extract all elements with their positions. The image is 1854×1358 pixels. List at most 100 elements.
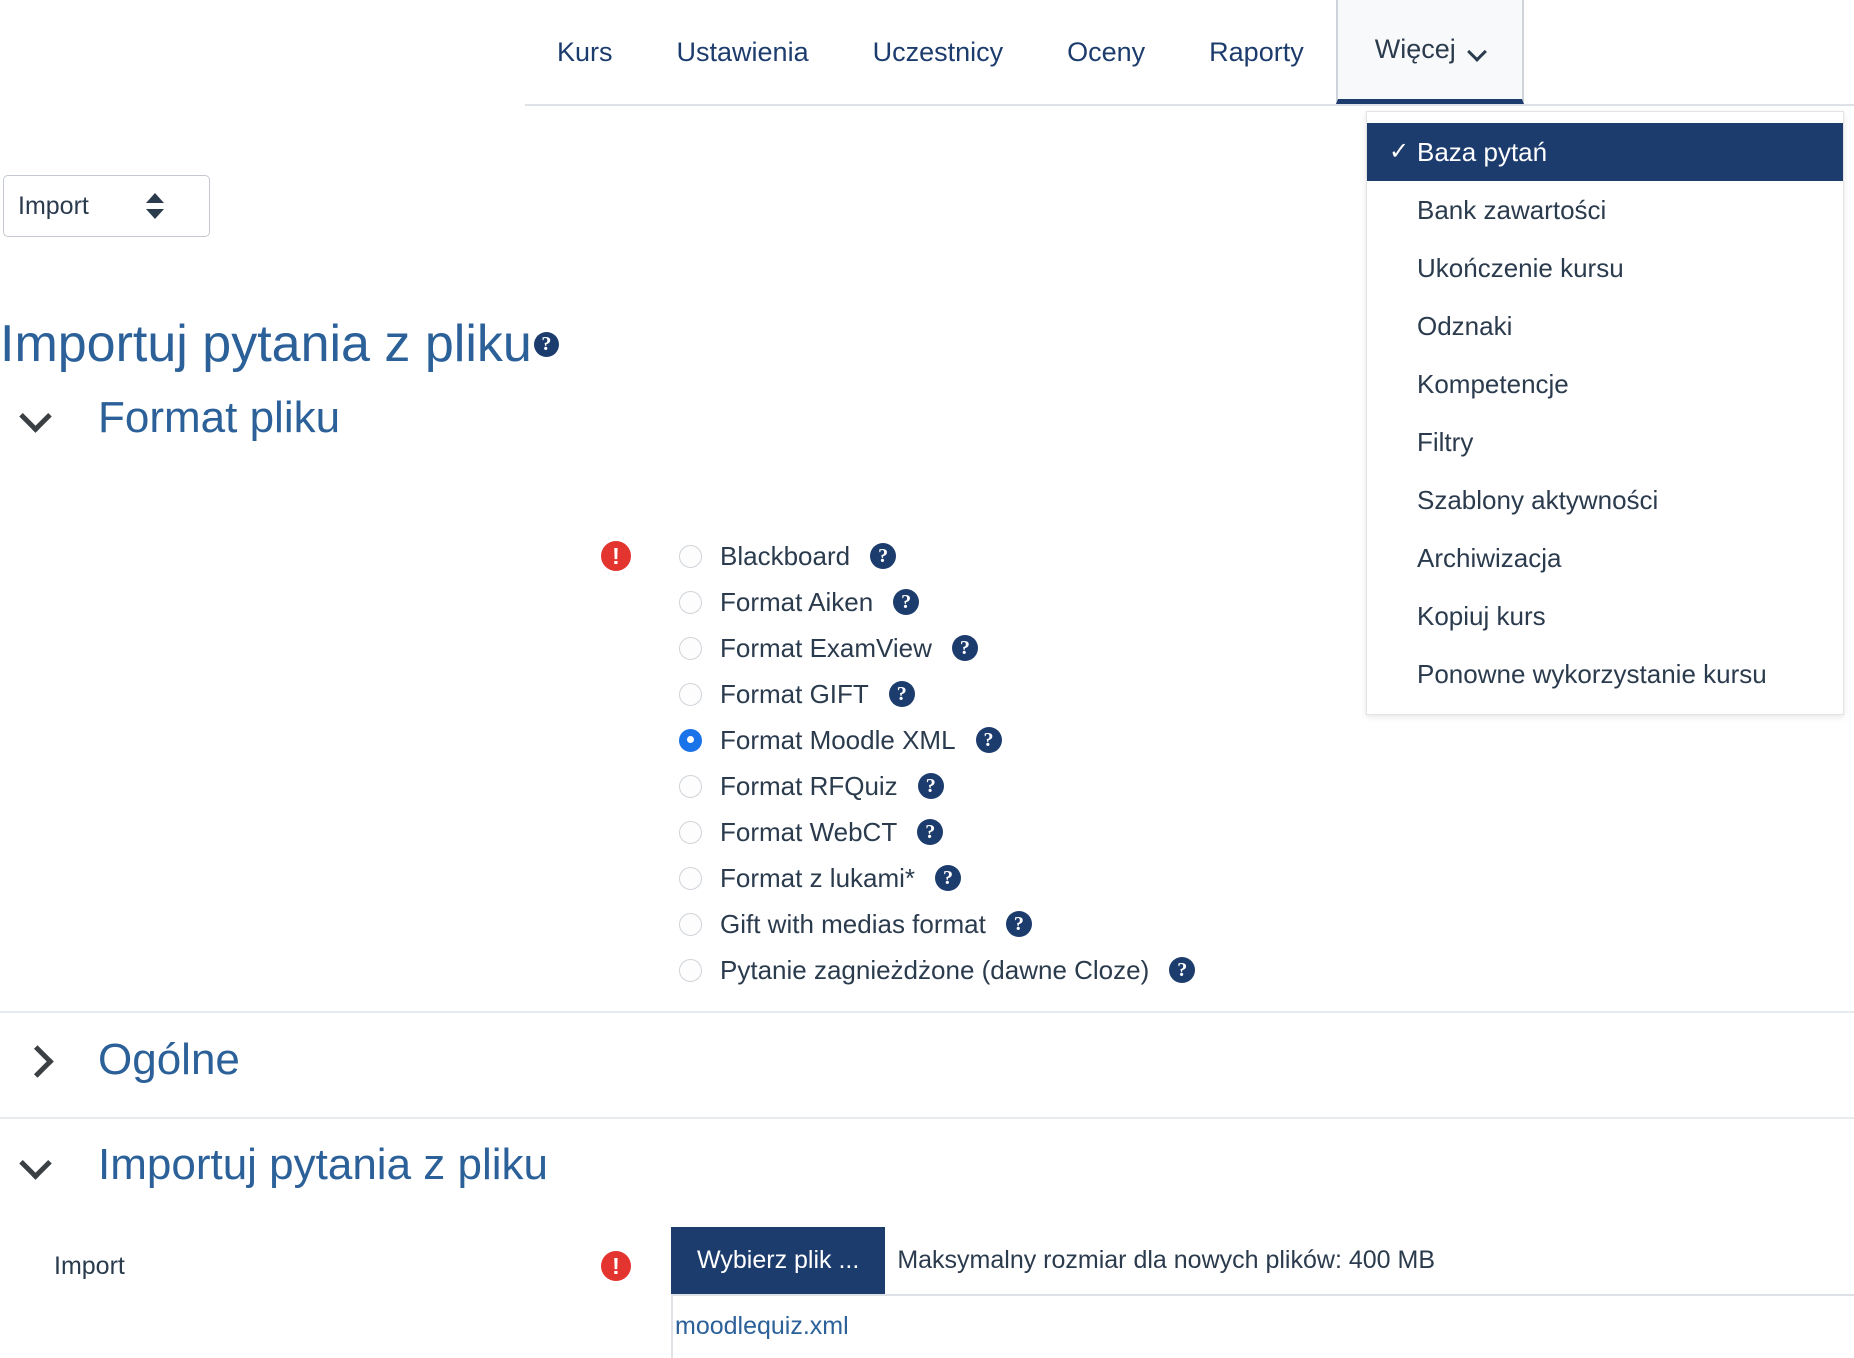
radio-label[interactable]: Format ExamView bbox=[720, 633, 932, 664]
choose-file-button[interactable]: Wybierz plik ... bbox=[671, 1227, 886, 1294]
help-icon[interactable]: ? bbox=[870, 543, 897, 569]
nav-tab-oceny[interactable]: Oceny bbox=[1035, 0, 1177, 104]
radio-format-gift[interactable] bbox=[679, 682, 702, 706]
file-list-area[interactable]: moodlequiz.xml bbox=[671, 1296, 1854, 1358]
help-icon[interactable]: ? bbox=[951, 635, 978, 661]
dropdown-item-label: Bank zawartości bbox=[1417, 194, 1607, 225]
dropdown-item-label: Kopiuj kurs bbox=[1417, 600, 1546, 631]
radio-label[interactable]: Format Moodle XML bbox=[720, 725, 956, 756]
radio-format-webct[interactable] bbox=[679, 820, 702, 844]
radio-format-moodle-xml[interactable] bbox=[679, 728, 702, 752]
radio-row-blackboard[interactable]: Blackboard ? bbox=[679, 533, 1195, 579]
chevron-right-icon bbox=[15, 1037, 61, 1083]
nav-bottom-border bbox=[525, 104, 1854, 106]
nav-tab-label: Ustawienia bbox=[676, 36, 809, 67]
page-title: Importuj pytania z pliku? bbox=[0, 318, 559, 370]
action-select[interactable]: Import bbox=[3, 175, 210, 237]
radio-row-gift-with-medias[interactable]: Gift with medias format ? bbox=[679, 901, 1195, 947]
updown-arrows-icon bbox=[145, 189, 165, 223]
help-icon[interactable]: ? bbox=[893, 589, 920, 615]
help-icon[interactable]: ? bbox=[1005, 911, 1032, 937]
uploaded-file-name[interactable]: moodlequiz.xml bbox=[675, 1312, 849, 1340]
radio-row-format-moodle-xml[interactable]: Format Moodle XML ? bbox=[679, 717, 1195, 763]
radio-format-z-lukami[interactable] bbox=[679, 866, 702, 890]
help-icon[interactable]: ? bbox=[935, 865, 962, 891]
radio-label[interactable]: Gift with medias format bbox=[720, 909, 986, 940]
check-icon-placeholder: ✓ bbox=[1389, 488, 1417, 512]
radio-format-aiken[interactable] bbox=[679, 590, 702, 614]
nav-tab-kurs[interactable]: Kurs bbox=[525, 0, 645, 104]
nav-tab-uczestnicy[interactable]: Uczestnicy bbox=[841, 0, 1036, 104]
dropdown-item-ponowne-wykorzystanie-kursu[interactable]: ✓ Ponowne wykorzystanie kursu bbox=[1367, 645, 1843, 703]
help-icon[interactable]: ? bbox=[975, 727, 1002, 753]
nav-tab-label: Uczestnicy bbox=[872, 36, 1004, 67]
dropdown-item-szablony-aktywnosci[interactable]: ✓ Szablony aktywności bbox=[1367, 471, 1843, 529]
check-icon-placeholder: ✓ bbox=[1389, 198, 1417, 222]
nav-tab-label: Kurs bbox=[557, 36, 613, 67]
radio-row-format-aiken[interactable]: Format Aiken ? bbox=[679, 579, 1195, 625]
nav-tab-label: Więcej bbox=[1374, 34, 1456, 64]
dropdown-item-label: Filtry bbox=[1417, 426, 1474, 457]
check-icon-placeholder: ✓ bbox=[1389, 546, 1417, 570]
chevron-down-icon bbox=[1469, 44, 1485, 60]
check-icon-placeholder: ✓ bbox=[1389, 430, 1417, 454]
nav-items: Kurs Ustawienia Uczestnicy Oceny Raporty… bbox=[525, 0, 1524, 104]
check-icon-placeholder: ✓ bbox=[1389, 662, 1417, 686]
radio-blackboard[interactable] bbox=[679, 544, 702, 568]
section-header-importuj-pytania-z-pliku[interactable]: Importuj pytania z pliku bbox=[0, 1142, 548, 1188]
dropdown-item-filtry[interactable]: ✓ Filtry bbox=[1367, 413, 1843, 471]
radio-label[interactable]: Format RFQuiz bbox=[720, 771, 898, 802]
radio-pytanie-zagniezdzone[interactable] bbox=[679, 958, 702, 982]
section-header-ogolne[interactable]: Ogólne bbox=[0, 1037, 240, 1083]
radio-label[interactable]: Format z lukami* bbox=[720, 863, 915, 894]
radio-row-format-webct[interactable]: Format WebCT ? bbox=[679, 809, 1195, 855]
check-icon-placeholder: ✓ bbox=[1389, 314, 1417, 338]
dropdown-item-ukonczenie-kursu[interactable]: ✓ Ukończenie kursu bbox=[1367, 239, 1843, 297]
max-file-size-text: Maksymalny rozmiar dla nowych plików: 40… bbox=[897, 1246, 1435, 1274]
dropdown-item-odznaki[interactable]: ✓ Odznaki bbox=[1367, 297, 1843, 355]
dropdown-item-label: Baza pytań bbox=[1417, 136, 1548, 167]
required-exclamation-icon: ! bbox=[601, 1251, 631, 1281]
nav-tab-raporty[interactable]: Raporty bbox=[1177, 0, 1336, 104]
radio-row-format-examview[interactable]: Format ExamView ? bbox=[679, 625, 1195, 671]
radio-row-format-rfquiz[interactable]: Format RFQuiz ? bbox=[679, 763, 1195, 809]
radio-label[interactable]: Blackboard bbox=[720, 541, 850, 572]
dropdown-item-label: Szablony aktywności bbox=[1417, 484, 1659, 515]
nav-tab-wiecej[interactable]: Więcej bbox=[1335, 0, 1524, 104]
radio-row-format-z-lukami[interactable]: Format z lukami* ? bbox=[679, 855, 1195, 901]
section-title: Format pliku bbox=[98, 393, 341, 442]
required-exclamation-icon: ! bbox=[601, 541, 631, 571]
section-header-format-pliku[interactable]: Format pliku bbox=[0, 395, 340, 441]
radio-row-pytanie-zagniezdzone[interactable]: Pytanie zagnieżdżone (dawne Cloze) ? bbox=[679, 947, 1196, 993]
help-icon[interactable]: ? bbox=[888, 681, 915, 707]
help-icon[interactable]: ? bbox=[533, 331, 559, 357]
radio-row-format-gift[interactable]: Format GIFT ? bbox=[679, 671, 1195, 717]
dropdown-item-archiwizacja[interactable]: ✓ Archiwizacja bbox=[1367, 529, 1843, 587]
section-divider bbox=[0, 1011, 1854, 1013]
radio-label[interactable]: Format WebCT bbox=[720, 817, 897, 848]
section-divider bbox=[0, 1117, 1854, 1119]
check-icon-placeholder: ✓ bbox=[1389, 372, 1417, 396]
check-icon-placeholder: ✓ bbox=[1389, 604, 1417, 628]
dropdown-item-label: Odznaki bbox=[1417, 310, 1513, 341]
check-icon-placeholder: ✓ bbox=[1389, 256, 1417, 280]
radio-format-rfquiz[interactable] bbox=[679, 774, 702, 798]
dropdown-item-bank-zawartosci[interactable]: ✓ Bank zawartości bbox=[1367, 181, 1843, 239]
dropdown-item-kompetencje[interactable]: ✓ Kompetencje bbox=[1367, 355, 1843, 413]
radio-label[interactable]: Format GIFT bbox=[720, 679, 869, 710]
course-nav-bar: Kurs Ustawienia Uczestnicy Oceny Raporty… bbox=[0, 0, 1854, 108]
dropdown-item-kopiuj-kurs[interactable]: ✓ Kopiuj kurs bbox=[1367, 587, 1843, 645]
radio-format-examview[interactable] bbox=[679, 636, 702, 660]
dropdown-item-baza-pytan[interactable]: ✓ Baza pytań bbox=[1367, 123, 1843, 181]
help-icon[interactable]: ? bbox=[917, 773, 944, 799]
file-format-radio-group: Blackboard ? Format Aiken ? Format ExamV… bbox=[679, 533, 1196, 993]
radio-label[interactable]: Format Aiken bbox=[720, 587, 873, 618]
help-icon[interactable]: ? bbox=[1169, 957, 1196, 983]
file-upload-row-label: Import bbox=[54, 1252, 125, 1280]
nav-tab-ustawienia[interactable]: Ustawienia bbox=[645, 0, 841, 104]
help-icon[interactable]: ? bbox=[917, 819, 944, 845]
check-icon: ✓ bbox=[1389, 138, 1410, 165]
radio-gift-with-medias-format[interactable] bbox=[679, 912, 702, 936]
section-title: Importuj pytania z pliku bbox=[98, 1140, 548, 1189]
radio-label[interactable]: Pytanie zagnieżdżone (dawne Cloze) bbox=[720, 955, 1149, 986]
